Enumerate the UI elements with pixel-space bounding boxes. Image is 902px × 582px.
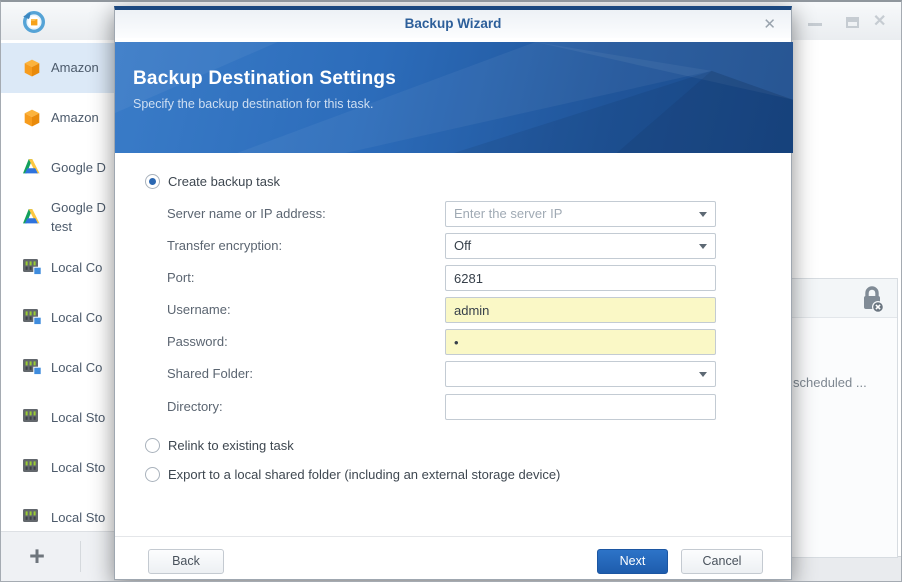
sidebar-item-google-drive-test[interactable]: Google D test bbox=[1, 193, 114, 243]
radio-label: Export to a local shared folder (includi… bbox=[168, 467, 560, 482]
sidebar-item-label: Local Sto bbox=[51, 509, 113, 528]
directory-label: Directory: bbox=[167, 394, 437, 420]
transfer-encryption-value: Off bbox=[454, 238, 471, 253]
local-server-icon bbox=[23, 509, 41, 527]
username-input[interactable] bbox=[445, 297, 716, 323]
field-row: Directory: bbox=[115, 394, 793, 420]
back-button[interactable]: Back bbox=[148, 549, 224, 574]
window-close-icon[interactable]: ✕ bbox=[873, 13, 886, 31]
local-server-badge-icon bbox=[23, 359, 41, 377]
field-row: Shared Folder: bbox=[115, 361, 793, 387]
radio-relink-existing-task[interactable]: Relink to existing task bbox=[145, 438, 294, 453]
radio-selected-icon[interactable] bbox=[145, 174, 160, 189]
lock-x-icon[interactable] bbox=[859, 285, 885, 318]
backup-wizard-dialog: Backup Wizard ✕ Backup Destination Setti… bbox=[114, 6, 792, 580]
sidebar-item-label: Local Sto bbox=[51, 409, 113, 428]
radio-label: Relink to existing task bbox=[168, 438, 294, 453]
sidebar-item-amazon-2[interactable]: Amazon bbox=[1, 93, 114, 143]
google-drive-icon bbox=[23, 209, 41, 227]
amazon-cube-icon bbox=[23, 109, 41, 127]
field-row: Username: bbox=[115, 297, 793, 323]
schedule-status-text: scheduled ... bbox=[793, 375, 867, 390]
local-server-badge-icon bbox=[23, 259, 41, 277]
server-label: Server name or IP address: bbox=[167, 201, 437, 227]
sidebar-item-local-2[interactable]: Local Co bbox=[1, 293, 114, 343]
sidebar-item-local-1[interactable]: Local Co bbox=[1, 243, 114, 293]
local-server-badge-icon bbox=[23, 309, 41, 327]
chevron-down-icon bbox=[699, 372, 707, 377]
next-button[interactable]: Next bbox=[597, 549, 668, 574]
dialog-close-icon[interactable]: ✕ bbox=[763, 15, 776, 33]
hyper-backup-window: ✕ Amazon Amazon bbox=[0, 0, 902, 582]
username-label: Username: bbox=[167, 297, 437, 323]
add-task-button[interactable]: + bbox=[17, 540, 57, 572]
sidebar-item-amazon-1[interactable]: Amazon bbox=[1, 43, 114, 93]
dialog-title: Backup Wizard bbox=[115, 10, 791, 38]
field-row: Port: bbox=[115, 265, 793, 291]
port-label: Port: bbox=[167, 265, 437, 291]
encryption-label: Transfer encryption: bbox=[167, 233, 437, 259]
maximize-icon[interactable] bbox=[846, 17, 859, 28]
dialog-footer: Back Next Cancel bbox=[115, 536, 791, 579]
radio-label: Create backup task bbox=[168, 174, 280, 189]
sidebar-item-local-3[interactable]: Local Co bbox=[1, 343, 114, 393]
sidebar-item-label: Google D bbox=[51, 159, 113, 178]
sidebar-item-label: Amazon bbox=[51, 59, 113, 78]
sidebar: Amazon Amazon Google D Google D test Loc… bbox=[1, 2, 114, 531]
sidebar-footer: + bbox=[1, 531, 114, 581]
chevron-down-icon bbox=[699, 212, 707, 217]
sidebar-item-label: Google D test bbox=[51, 199, 113, 237]
amazon-cube-icon bbox=[23, 59, 41, 77]
google-drive-icon bbox=[23, 159, 41, 177]
hyper-backup-logo-icon[interactable] bbox=[21, 9, 47, 40]
sidebar-item-google-drive-1[interactable]: Google D bbox=[1, 143, 114, 193]
directory-input[interactable] bbox=[445, 394, 716, 420]
password-input[interactable] bbox=[445, 329, 716, 355]
banner-subtitle: Specify the backup destination for this … bbox=[133, 97, 396, 111]
server-ip-combo[interactable]: Enter the server IP bbox=[445, 201, 716, 227]
dialog-titlebar: Backup Wizard ✕ bbox=[115, 10, 791, 38]
radio-icon[interactable] bbox=[145, 467, 160, 482]
password-label: Password: bbox=[167, 329, 437, 355]
shared-folder-combo[interactable] bbox=[445, 361, 716, 387]
radio-create-backup-task[interactable]: Create backup task bbox=[145, 174, 280, 189]
field-row: Password: bbox=[115, 329, 793, 355]
sidebar-item-local-storage-1[interactable]: Local Sto bbox=[1, 393, 114, 443]
banner-title: Backup Destination Settings bbox=[133, 68, 396, 90]
local-server-icon bbox=[23, 409, 41, 427]
sidebar-footer-divider bbox=[80, 541, 81, 572]
sidebar-item-label: Local Sto bbox=[51, 459, 113, 478]
sidebar-item-label: Local Co bbox=[51, 309, 113, 328]
chevron-down-icon bbox=[699, 244, 707, 249]
cancel-button[interactable]: Cancel bbox=[681, 549, 763, 574]
radio-export-local-folder[interactable]: Export to a local shared folder (includi… bbox=[145, 467, 560, 482]
dialog-banner: Backup Destination Settings Specify the … bbox=[115, 42, 793, 153]
sidebar-item-label: Amazon bbox=[51, 109, 113, 128]
shared-folder-label: Shared Folder: bbox=[167, 361, 437, 387]
transfer-encryption-combo[interactable]: Off bbox=[445, 233, 716, 259]
port-input[interactable] bbox=[445, 265, 716, 291]
field-row: Transfer encryption: Off bbox=[115, 233, 793, 259]
minimize-icon[interactable] bbox=[808, 23, 822, 26]
sidebar-item-label: Local Co bbox=[51, 359, 113, 378]
field-row: Server name or IP address: Enter the ser… bbox=[115, 201, 793, 227]
server-ip-placeholder: Enter the server IP bbox=[454, 206, 562, 221]
local-server-icon bbox=[23, 459, 41, 477]
sidebar-item-label: Local Co bbox=[51, 259, 113, 278]
sidebar-item-local-storage-2[interactable]: Local Sto bbox=[1, 443, 114, 493]
radio-icon[interactable] bbox=[145, 438, 160, 453]
